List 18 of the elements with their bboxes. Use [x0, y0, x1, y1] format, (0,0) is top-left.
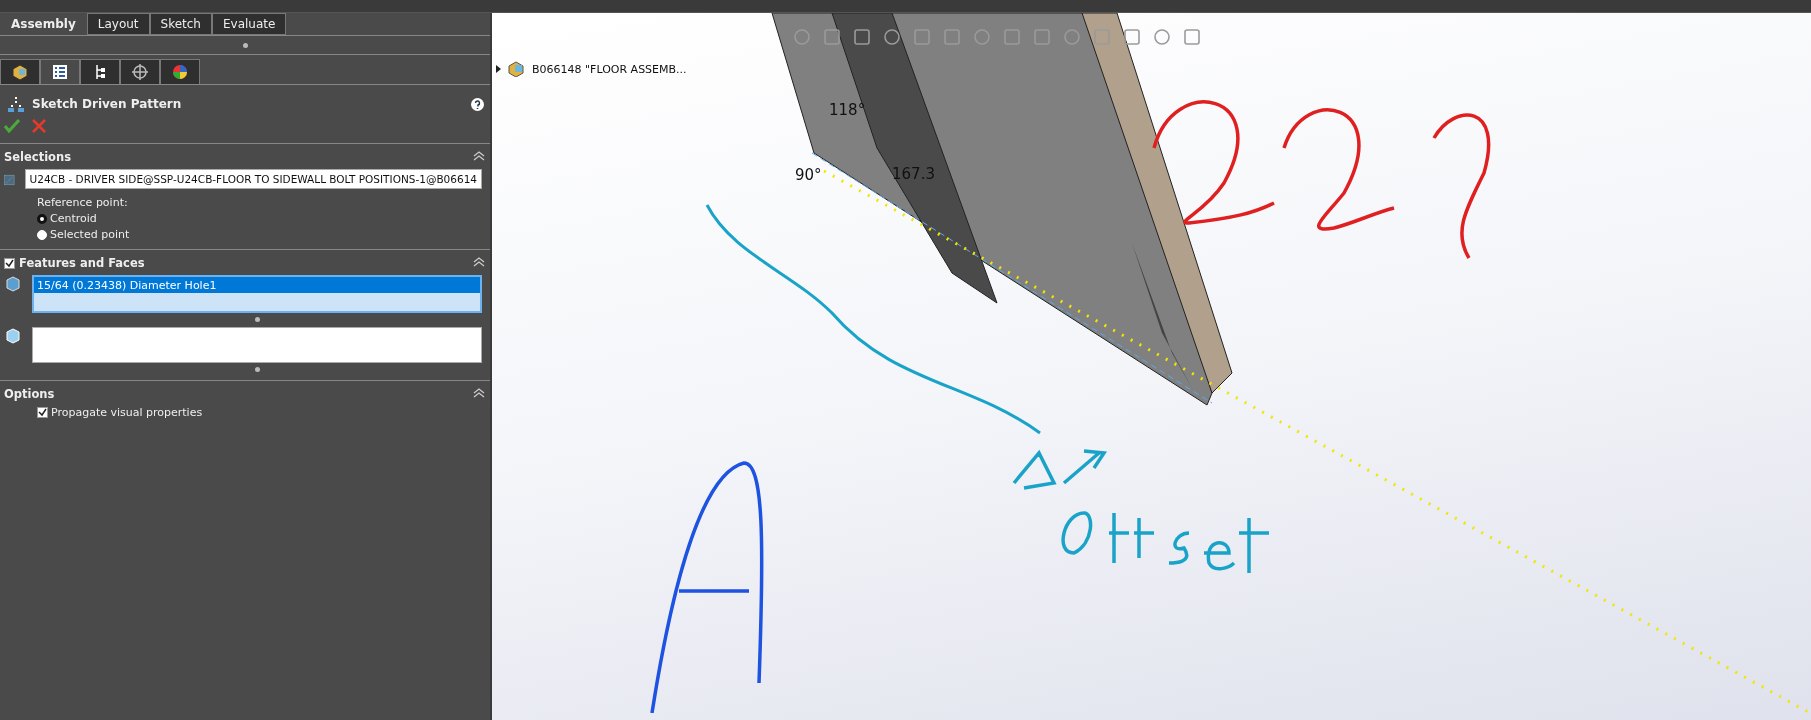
radio-label: Centroid [50, 212, 97, 225]
dimension-text: 118° [829, 101, 866, 119]
command-tab[interactable]: Evaluate [212, 13, 287, 35]
command-tab[interactable]: Sketch [149, 13, 212, 35]
section-title: Features and Faces [19, 256, 146, 270]
checkbox-label: Propagate visual properties [51, 406, 203, 419]
command-tab[interactable]: Layout [86, 13, 150, 35]
radio-label: Selected point [50, 228, 130, 241]
sketch-input-field[interactable]: U24CB - DRIVER SIDE@SSP-U24CB-FLOOR TO SIDEWALL BOLT POSITIONS-1@B06614 [24, 169, 482, 189]
property-manager-title: Sketch Driven Pattern [32, 97, 183, 111]
features-list[interactable]: 15/64 (0.23438) Diameter Hole1 [32, 275, 482, 313]
list-item[interactable]: 15/64 (0.23438) Diameter Hole1 [34, 277, 480, 293]
dimension-text: 167.3 [892, 165, 935, 183]
dimension-text: 90° [795, 166, 822, 184]
section-title: Selections [4, 150, 72, 164]
tree-item-label[interactable]: B066148 "FLOOR ASSEMB... [532, 62, 687, 76]
section-title: Options [4, 387, 56, 401]
reference-point-label: Reference point: [37, 196, 129, 209]
